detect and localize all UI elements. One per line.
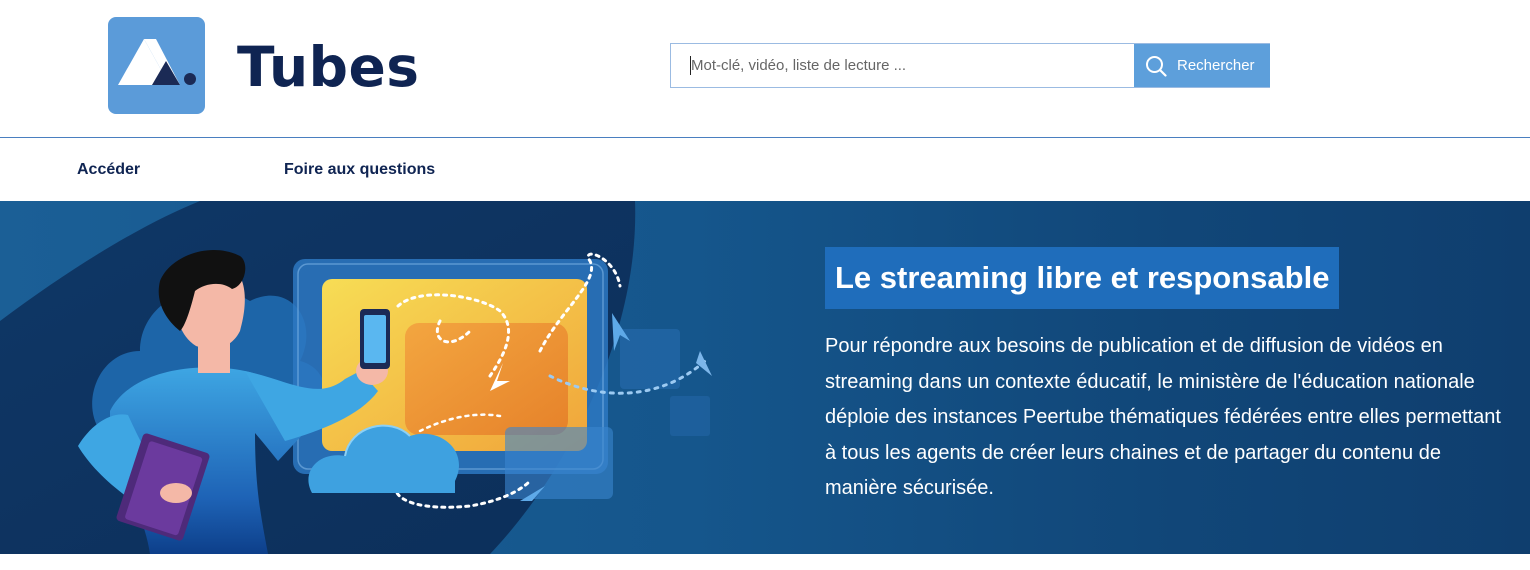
- nav-item-acceder[interactable]: Accéder: [77, 161, 140, 179]
- search-button[interactable]: Rechercher: [1134, 44, 1270, 87]
- nav-item-faq[interactable]: Foire aux questions: [284, 161, 435, 179]
- hero-banner: Le streaming libre et responsable Pour r…: [0, 201, 1530, 554]
- search-input[interactable]: [671, 44, 1134, 87]
- text-caret: [690, 56, 691, 75]
- tubes-logo-icon[interactable]: [108, 17, 205, 114]
- search-icon: [1145, 55, 1167, 77]
- search-button-label: Rechercher: [1177, 57, 1255, 74]
- hero-title: Le streaming libre et responsable: [825, 247, 1340, 309]
- hero-description: Pour répondre aux besoins de publication…: [825, 335, 1501, 499]
- site-header: Tubes Rechercher: [0, 0, 1530, 138]
- search-bar: Rechercher: [670, 43, 1270, 88]
- main-nav: Accéder Foire aux questions: [0, 139, 1530, 201]
- person-with-phone-and-screen-illustration: [0, 201, 712, 554]
- brand-name[interactable]: Tubes: [237, 34, 420, 100]
